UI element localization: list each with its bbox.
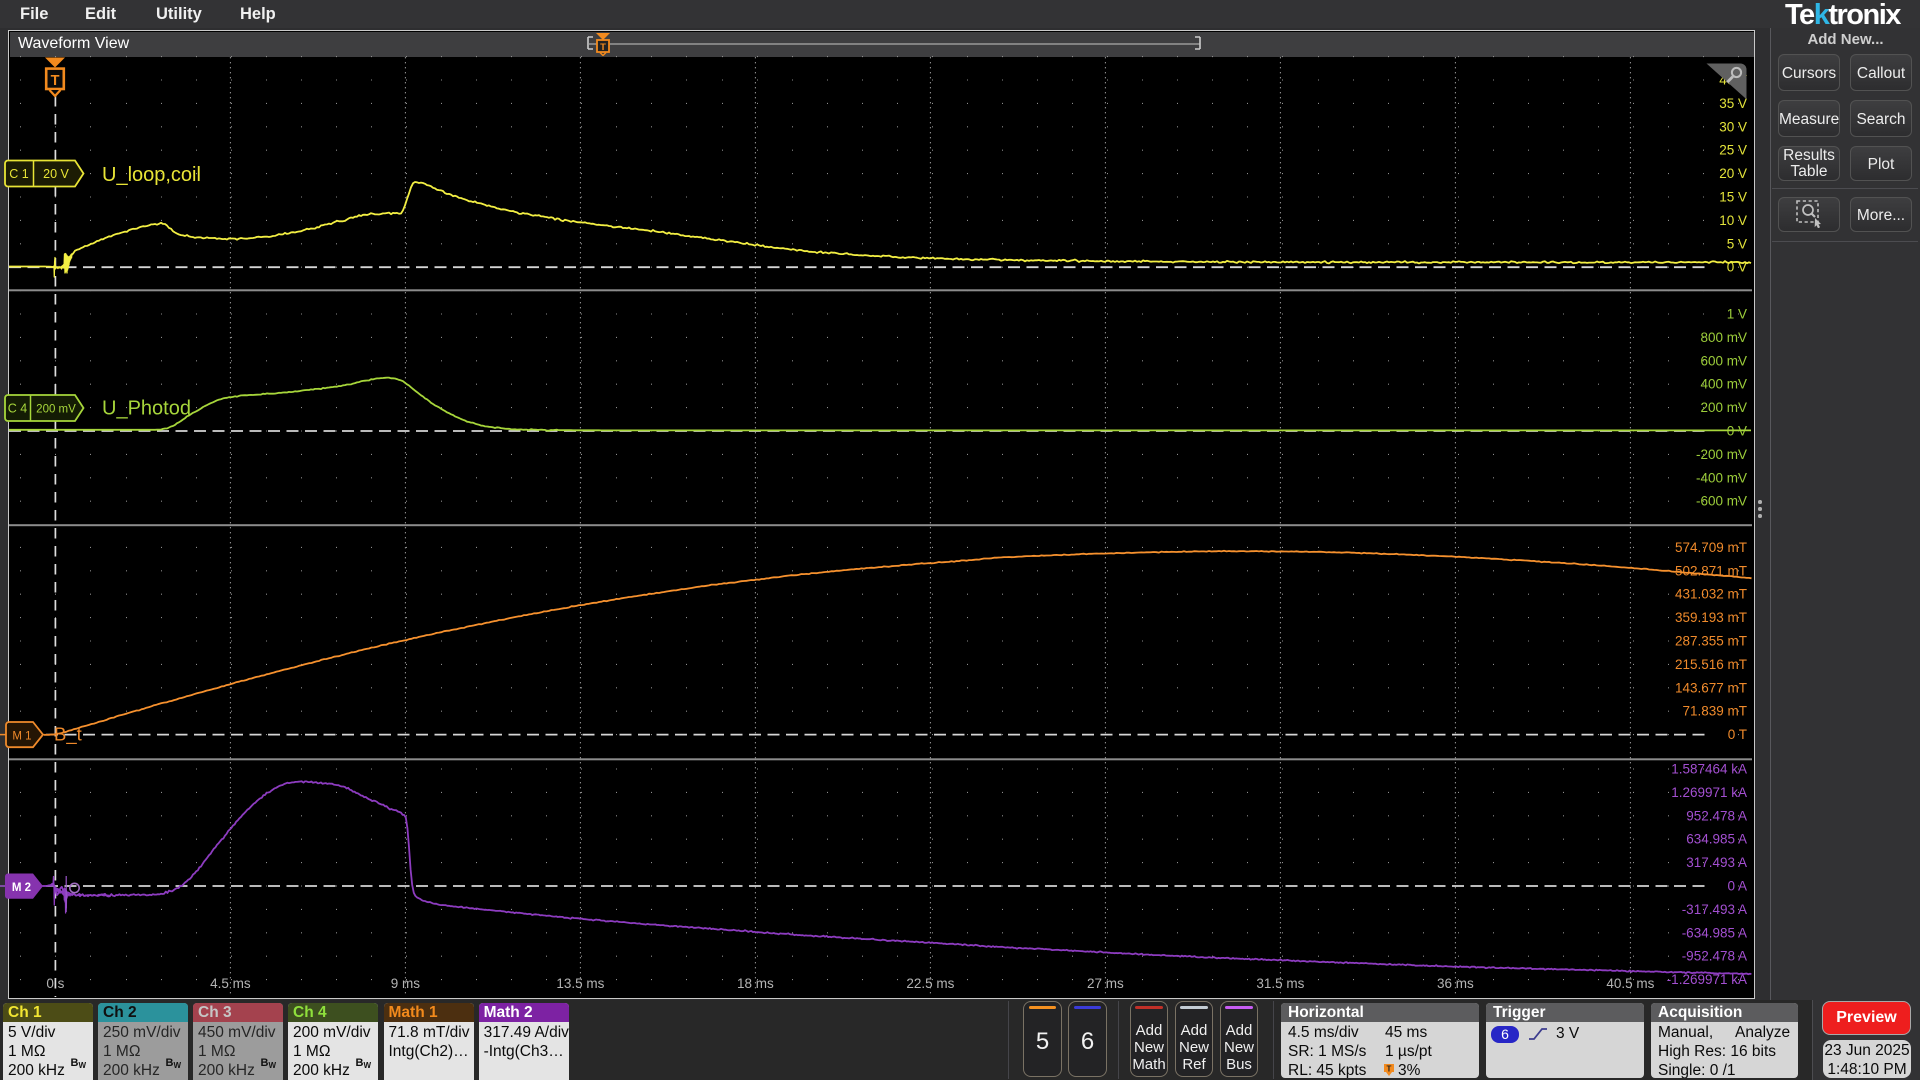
svg-text:22.5 ms: 22.5 ms [906,976,954,991]
svg-text:20 V: 20 V [1719,166,1747,181]
svg-text:4.5 ms: 4.5 ms [210,976,251,991]
svg-text:27 ms: 27 ms [1087,976,1124,991]
svg-text:952.478 A: 952.478 A [1686,808,1747,823]
svg-text:31.5 ms: 31.5 ms [1256,976,1304,991]
svg-text:T: T [51,73,60,89]
svg-text:215.516 mT: 215.516 mT [1675,657,1747,672]
svg-text:13.5 ms: 13.5 ms [556,976,604,991]
svg-text:359.193 mT: 359.193 mT [1675,610,1747,625]
svg-text:-317.493 A: -317.493 A [1682,902,1747,917]
svg-text:1.587464 kA: 1.587464 kA [1671,762,1747,777]
svg-text:U_loop,coil: U_loop,coil [102,164,201,186]
svg-text:200 mV: 200 mV [1700,400,1747,415]
svg-text:600 mV: 600 mV [1700,353,1747,368]
svg-text:71.839 mT: 71.839 mT [1682,704,1747,719]
svg-text:35 V: 35 V [1719,96,1747,111]
svg-text:400 mV: 400 mV [1700,377,1747,392]
svg-text:C 1: C 1 [9,167,29,181]
svg-text:C 4: C 4 [8,402,28,416]
svg-text:20 V: 20 V [43,167,69,181]
svg-text:200 mV: 200 mV [36,404,76,416]
svg-text:36 ms: 36 ms [1437,976,1474,991]
svg-text:143.677 mT: 143.677 mT [1675,680,1747,695]
svg-text:T: T [1387,1065,1392,1074]
svg-text:10 V: 10 V [1719,213,1747,228]
svg-text:18 ms: 18 ms [737,976,774,991]
svg-text:317.493 A: 317.493 A [1686,855,1747,870]
svg-text:-952.478 A: -952.478 A [1682,949,1747,964]
svg-text:5 V: 5 V [1727,236,1747,251]
svg-text:0 A: 0 A [1727,879,1747,894]
svg-text:9 ms: 9 ms [391,976,421,991]
svg-text:-400 mV: -400 mV [1696,470,1747,485]
svg-text:574.709 mT: 574.709 mT [1675,540,1747,555]
svg-text:40.5 ms: 40.5 ms [1606,976,1654,991]
svg-text:0 s: 0 s [46,976,64,991]
svg-text:M 2: M 2 [12,882,31,894]
svg-text:T: T [600,42,606,53]
svg-text:-600 mV: -600 mV [1696,494,1747,509]
svg-text:634.985 A: 634.985 A [1686,832,1747,847]
svg-text:25 V: 25 V [1719,143,1747,158]
svg-text:30 V: 30 V [1719,119,1747,134]
svg-text:1 V: 1 V [1727,307,1747,322]
svg-text:B_t: B_t [54,724,82,746]
svg-text:M 1: M 1 [12,731,31,743]
svg-text:800 mV: 800 mV [1700,330,1747,345]
svg-text:431.032 mT: 431.032 mT [1675,587,1747,602]
svg-text:-200 mV: -200 mV [1696,447,1747,462]
svg-text:-1.269971 kA: -1.269971 kA [1667,972,1747,987]
svg-text:U_Photod: U_Photod [102,398,191,420]
svg-text:287.355 mT: 287.355 mT [1675,634,1747,649]
svg-text:15 V: 15 V [1719,190,1747,205]
svg-text:1.269971 kA: 1.269971 kA [1671,785,1747,800]
svg-text:-634.985 A: -634.985 A [1682,925,1747,940]
svg-text:0 T: 0 T [1728,727,1747,742]
